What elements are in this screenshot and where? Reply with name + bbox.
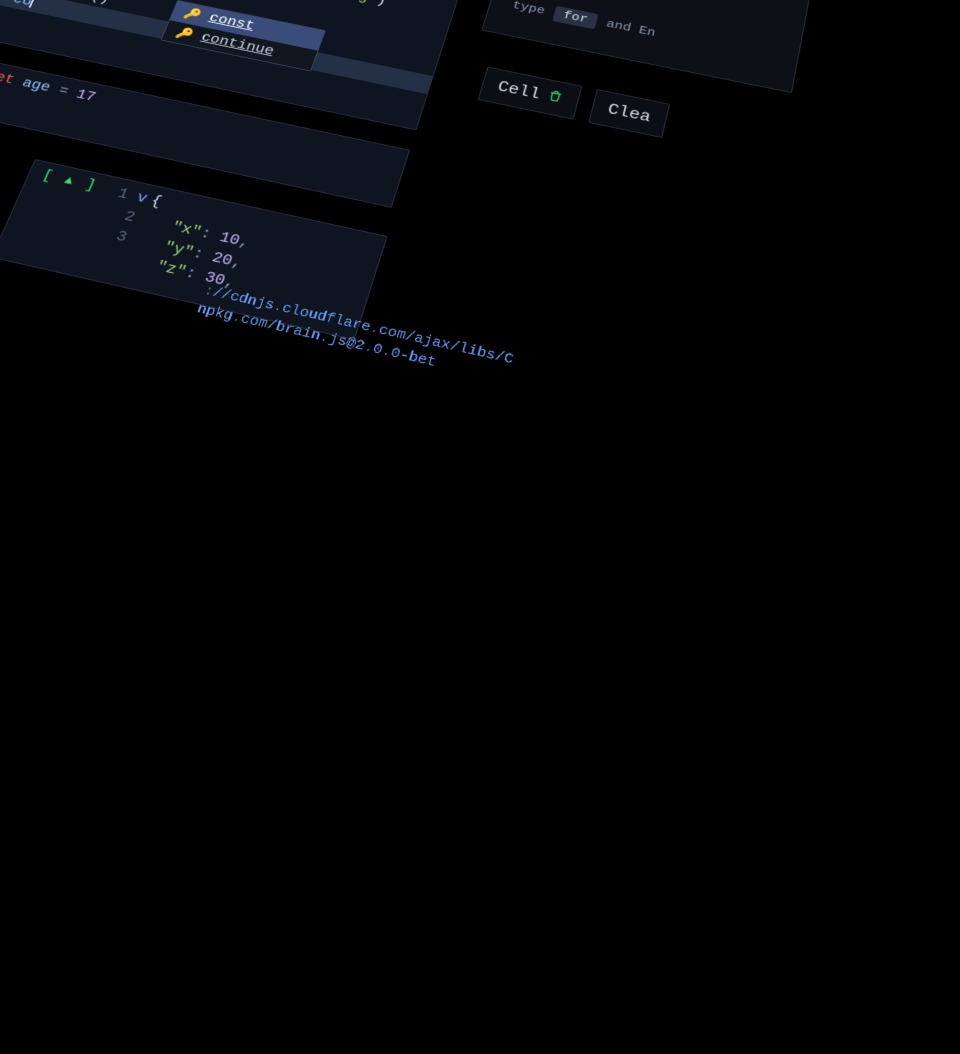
chip-for: for: [552, 6, 598, 29]
code-area[interactable]: let age = 17: [0, 67, 111, 129]
doc-list-item: Bracket pairing: [529, 0, 789, 1]
clear-label: Clea: [606, 102, 652, 125]
main-editor: [ 0 ] 1 v 2 3 4 5 6 7 async function som…: [0, 0, 468, 130]
triangle-up-icon: ▲: [62, 174, 77, 189]
key-icon: 🔑: [182, 6, 204, 23]
doc-example: eg : type for and En: [510, 0, 778, 65]
doc-actions: Cell Clea: [457, 50, 690, 156]
doc-list-item: State & Methods: [523, 0, 785, 21]
cell-button[interactable]: Cell: [478, 67, 582, 120]
clear-button[interactable]: Clea: [588, 89, 670, 138]
cell-label: Cell: [496, 79, 542, 102]
gutter: 1 v 2 3: [80, 182, 155, 271]
cell-prompt-up[interactable]: [ ▲ ]: [0, 165, 113, 261]
trash-icon: [545, 88, 564, 108]
key-icon: 🔑: [173, 25, 195, 42]
code-area[interactable]: { "x": 10, "y": 20, "z": 30,: [123, 191, 272, 298]
doc-card: Javascript Language Bracket pairing Stat…: [481, 0, 819, 93]
